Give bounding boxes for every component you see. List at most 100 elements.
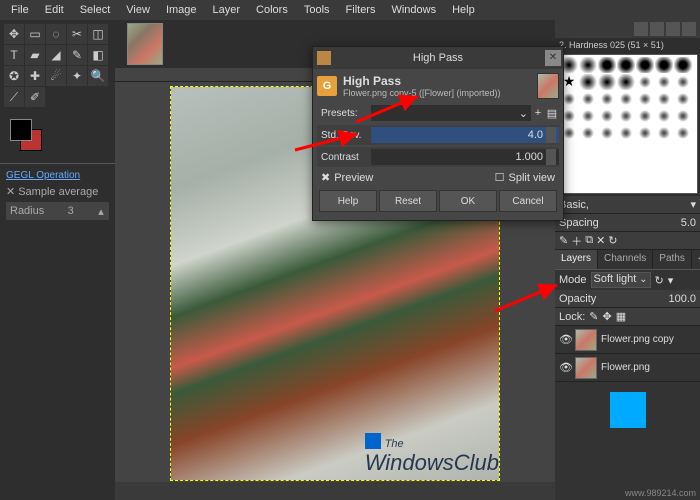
color-swatches[interactable] (6, 117, 109, 157)
brush-item[interactable] (674, 91, 692, 107)
brush-item[interactable] (636, 108, 654, 124)
visibility-icon[interactable]: 👁 (559, 361, 571, 374)
tool-picker[interactable]: ✐ (25, 87, 45, 107)
fg-color-swatch[interactable] (10, 119, 32, 141)
brush-item[interactable] (579, 125, 597, 141)
layer-name[interactable]: Flower.png copy (601, 334, 674, 345)
radius-spinner[interactable]: ▴ (97, 205, 105, 218)
contrast-value[interactable]: 1.000 (515, 151, 543, 163)
stddev-value[interactable]: 4.0 (528, 129, 543, 141)
mode-reset-icon[interactable]: ↻ (655, 274, 664, 287)
tool-path[interactable]: ✦ (67, 66, 87, 86)
brush-item[interactable] (617, 74, 635, 90)
brush-edit-icon[interactable]: ✎ (559, 234, 568, 247)
reset-button[interactable]: Reset (379, 190, 437, 212)
lock-pixels-icon[interactable]: ✎ (589, 310, 598, 323)
menu-filters[interactable]: Filters (339, 2, 383, 18)
brush-item[interactable] (655, 74, 673, 90)
dialog-titlebar[interactable]: High Pass ✕ (313, 47, 563, 69)
tool-zoom[interactable]: 🔍 (88, 66, 108, 86)
help-button[interactable]: Help (319, 190, 377, 212)
visibility-icon[interactable]: 👁 (559, 333, 571, 346)
tab-menu-btn[interactable]: ◂ (692, 250, 700, 269)
menu-windows[interactable]: Windows (384, 2, 443, 18)
brush-item[interactable] (636, 57, 654, 73)
tool-free-select[interactable]: ◌ (46, 24, 66, 44)
brush-new-icon[interactable]: ＋ (571, 233, 582, 249)
brush-item[interactable] (636, 74, 654, 90)
menu-colors[interactable]: Colors (249, 2, 295, 18)
tab-layers[interactable]: Layers (555, 250, 598, 269)
history-tab-btn[interactable] (666, 22, 680, 36)
brush-item[interactable] (674, 125, 692, 141)
tool-smudge[interactable]: ☄ (46, 66, 66, 86)
brush-item[interactable] (674, 74, 692, 90)
tool-clone[interactable]: ✪ (4, 66, 24, 86)
brush-del-icon[interactable]: ✕ (596, 234, 605, 247)
tool-rect-select[interactable]: ▭ (25, 24, 45, 44)
brush-item[interactable] (655, 108, 673, 124)
lock-pos-icon[interactable]: ✥ (603, 310, 612, 323)
split-checkbox[interactable]: ☐ (495, 171, 505, 184)
brush-item[interactable] (655, 91, 673, 107)
image-tab-flower[interactable] (127, 23, 163, 65)
tool-fill[interactable]: ▰ (25, 45, 45, 65)
brush-item[interactable] (598, 74, 616, 90)
brush-item[interactable] (636, 91, 654, 107)
opacity-row[interactable]: Opacity 100.0 (555, 290, 700, 308)
layer-name[interactable]: Flower.png (601, 362, 650, 373)
brush-spacing-row[interactable]: Spacing 5.0 (555, 214, 700, 232)
menu-layer[interactable]: Layer (206, 2, 248, 18)
contrast-spinner[interactable] (546, 149, 556, 165)
menu-view[interactable]: View (119, 2, 157, 18)
brush-tab-btn[interactable] (634, 22, 648, 36)
preview-checkbox[interactable]: ✖ (321, 171, 330, 184)
brush-item[interactable] (579, 108, 597, 124)
menu-image[interactable]: Image (159, 2, 204, 18)
brush-item[interactable] (579, 57, 597, 73)
brush-refresh-icon[interactable]: ↻ (608, 234, 617, 247)
brush-item[interactable] (598, 108, 616, 124)
brush-item[interactable] (674, 108, 692, 124)
menu-select[interactable]: Select (73, 2, 118, 18)
brush-item[interactable] (617, 57, 635, 73)
tool-heal[interactable]: ✚ (25, 66, 45, 86)
tab-channels[interactable]: Channels (598, 250, 653, 269)
tool-gradient[interactable]: ◢ (46, 45, 66, 65)
tool-transform[interactable]: ◫ (88, 24, 108, 44)
tool-measure[interactable]: ⟋ (4, 87, 24, 107)
brush-item[interactable] (598, 125, 616, 141)
brush-item[interactable] (617, 91, 635, 107)
stddev-spinner[interactable] (546, 127, 556, 143)
mode-switch-icon[interactable]: ▾ (668, 274, 674, 287)
preset-add-icon[interactable]: + (531, 107, 545, 119)
tool-text[interactable]: T (4, 45, 24, 65)
preset-menu-icon[interactable]: ▤ (545, 107, 559, 120)
tab-paths[interactable]: Paths (653, 250, 692, 269)
menu-tools[interactable]: Tools (297, 2, 337, 18)
sample-avg-close[interactable]: ✕ (6, 185, 15, 198)
brush-item[interactable] (617, 108, 635, 124)
brush-item[interactable] (598, 57, 616, 73)
tool-crop[interactable]: ✂ (67, 24, 87, 44)
brush-grid[interactable]: ★ (557, 54, 698, 194)
layer-row[interactable]: 👁 Flower.png (555, 354, 700, 382)
gegl-operation-link[interactable]: GEGL Operation (6, 170, 109, 181)
dock-menu-btn[interactable] (682, 22, 696, 36)
layer-row[interactable]: 👁 Flower.png copy (555, 326, 700, 354)
brush-item[interactable] (674, 57, 692, 73)
font-tab-btn[interactable] (650, 22, 664, 36)
cancel-button[interactable]: Cancel (499, 190, 557, 212)
brush-item[interactable] (655, 125, 673, 141)
menu-edit[interactable]: Edit (38, 2, 71, 18)
brush-item[interactable] (579, 74, 597, 90)
mode-select[interactable]: Soft light ⌄ (591, 272, 651, 288)
brush-basic-row[interactable]: Basic,▾ (555, 196, 700, 214)
menu-file[interactable]: File (4, 2, 36, 18)
brush-dup-icon[interactable]: ⧉ (585, 234, 593, 247)
menu-help[interactable]: Help (445, 2, 482, 18)
brush-item[interactable] (655, 57, 673, 73)
brush-item[interactable] (598, 91, 616, 107)
tool-brush[interactable]: ✎ (67, 45, 87, 65)
ok-button[interactable]: OK (439, 190, 497, 212)
